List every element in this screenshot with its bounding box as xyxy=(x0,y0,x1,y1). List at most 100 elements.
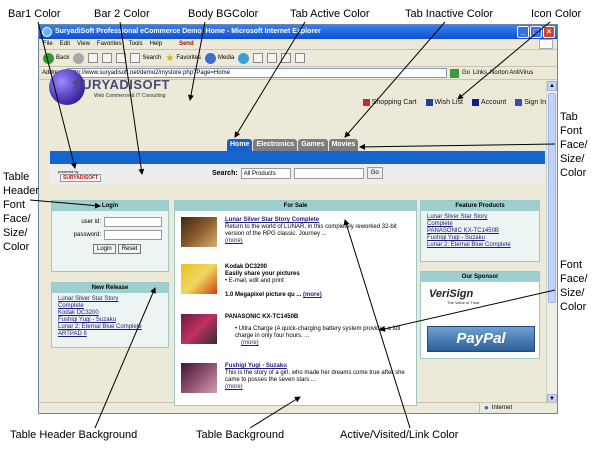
new-release-item[interactable]: ARTPAD II xyxy=(58,331,87,337)
menu-edit[interactable]: Edit xyxy=(60,39,70,49)
wish-list-link[interactable]: Wish List xyxy=(425,99,463,106)
feature-item[interactable]: Lunar Silver Star Story xyxy=(427,214,487,220)
discuss-icon[interactable] xyxy=(295,53,306,63)
new-release-item[interactable]: Complete xyxy=(58,303,84,309)
feature-item[interactable]: Fushigi Yugi - Suzaku xyxy=(427,235,485,241)
product-description: 1.0 Megapixel picture qu ... (more) xyxy=(225,292,322,298)
product-image[interactable] xyxy=(181,363,217,393)
more-link[interactable]: (more) xyxy=(225,340,259,346)
search-input[interactable] xyxy=(293,167,364,179)
feature-products-panel: Feature Products Lunar Silver Star Story… xyxy=(420,200,540,262)
globe-icon: ● xyxy=(484,403,489,412)
callout-table-header-bg: Table Header Background xyxy=(10,429,138,441)
callout-tab-inactive: Tab Inactive Color xyxy=(405,8,494,20)
user-id-input[interactable] xyxy=(104,217,162,227)
close-icon[interactable]: × xyxy=(543,26,555,38)
wishlist-icon xyxy=(425,99,433,106)
menu-file[interactable]: File xyxy=(43,39,53,49)
new-release-item[interactable]: Lunar Silver Star Story xyxy=(58,296,118,302)
reset-button[interactable]: Reset xyxy=(117,244,142,254)
links-button[interactable]: Links xyxy=(473,70,487,76)
verisign-logo[interactable]: VeriSign The Value of Trust xyxy=(429,288,479,305)
more-link[interactable]: (more) xyxy=(225,384,243,390)
scroll-up-icon[interactable]: ▲ xyxy=(547,81,557,91)
bar1 xyxy=(50,151,545,164)
product-title-link[interactable]: Lunar Silver Star Story Complete xyxy=(225,217,319,223)
print-icon[interactable] xyxy=(267,53,278,63)
minimize-icon[interactable]: _ xyxy=(517,26,529,38)
pencil-icon xyxy=(515,99,523,106)
search-label: Search: xyxy=(212,169,238,177)
login-button[interactable]: Login xyxy=(93,244,116,254)
star-icon: ★ xyxy=(165,52,175,64)
password-input[interactable] xyxy=(104,230,162,240)
search-go-button[interactable]: Go xyxy=(366,167,383,179)
title-bar: SuryadiSoft Professional eCommerce Demo,… xyxy=(39,25,557,39)
zone-indicator: ● Internet xyxy=(479,403,512,413)
store-logo[interactable]: SURYADISOFT Web Commerce & IT Consulting xyxy=(49,69,189,105)
paypal-logo[interactable]: PayPal xyxy=(427,326,535,352)
toolbar: Back Search ★ Favorites Media xyxy=(39,50,557,67)
callout-body-bg: Body BGColor xyxy=(188,8,259,20)
product-description: • Ultra Charge (A quick-charging battery… xyxy=(235,326,401,339)
scroll-thumb[interactable] xyxy=(548,93,556,303)
send-button[interactable]: Send xyxy=(179,39,194,49)
category-select[interactable]: All Products xyxy=(240,167,291,179)
media-button[interactable]: Media xyxy=(205,52,234,64)
callout-font-face: Font Face/ Size/ Color xyxy=(560,259,588,313)
menu-help[interactable]: Help xyxy=(150,39,162,49)
product-bullet: • E-mail, edit and print xyxy=(225,278,284,284)
callout-table-header-font: Table Header Font Face/ Size/ Color xyxy=(3,171,40,253)
product-title-link[interactable]: Fushigi Yugi - Suzaku xyxy=(225,363,287,369)
search-row: Search: All Products Go xyxy=(212,167,383,179)
menu-favorites[interactable]: Favorites xyxy=(97,39,122,49)
password-label: password: xyxy=(73,231,101,238)
new-release-item[interactable]: Lunar 2: Eternal Blue Complete xyxy=(58,324,142,330)
feature-products-header: Feature Products xyxy=(421,201,539,211)
go-button[interactable]: Go xyxy=(462,70,470,76)
product-image[interactable] xyxy=(181,217,217,247)
home-icon[interactable] xyxy=(116,53,127,63)
forward-arrow-icon[interactable] xyxy=(73,52,85,64)
product-title: PANASONIC KX-TC1450B xyxy=(225,314,299,320)
search-button[interactable]: Search xyxy=(130,53,161,63)
more-link[interactable]: (more) xyxy=(225,238,243,244)
feature-item[interactable]: PANASONIC KX-TC1450B xyxy=(427,228,499,234)
product-image[interactable] xyxy=(181,264,217,294)
stop-icon[interactable] xyxy=(88,53,99,63)
callout-bar2: Bar 2 Color xyxy=(94,8,150,20)
product-image[interactable] xyxy=(181,314,217,344)
cart-icon xyxy=(362,99,370,106)
tab-home[interactable]: Home xyxy=(227,139,253,151)
norton-label[interactable]: Norton AntiVirus xyxy=(490,70,533,76)
account-link[interactable]: Account xyxy=(471,99,506,106)
tab-games[interactable]: Games xyxy=(298,139,328,151)
logo-tagline: Web Commerce & IT Consulting xyxy=(94,93,166,99)
feature-item[interactable]: Lunar 2: Eternal Blue Complete xyxy=(427,242,511,248)
favorites-button[interactable]: ★ Favorites xyxy=(165,53,201,64)
go-icon[interactable] xyxy=(450,68,460,78)
vertical-scrollbar[interactable]: ▲ ▼ xyxy=(546,81,557,404)
feature-item[interactable]: Complete xyxy=(427,221,453,227)
more-link[interactable]: (more) xyxy=(303,292,322,298)
new-release-item[interactable]: Kodak DC3200 xyxy=(58,310,99,316)
new-release-item[interactable]: Fushigi Yugi - Suzaku xyxy=(58,317,116,323)
window-controls: _ □ × xyxy=(517,26,555,38)
edit-icon[interactable] xyxy=(281,53,292,63)
callout-tab-font: Tab Font Face/ Size/ Color xyxy=(560,111,588,179)
tab-electronics[interactable]: Electronics xyxy=(253,139,298,151)
product-description: Return to the world of LUNAR, in this co… xyxy=(225,224,397,237)
history-icon[interactable] xyxy=(238,52,250,64)
refresh-icon[interactable] xyxy=(102,53,113,63)
product-subtitle: Easily share your pictures xyxy=(225,271,300,277)
menu-tools[interactable]: Tools xyxy=(129,39,143,49)
windows-logo-icon xyxy=(539,39,553,49)
maximize-icon[interactable]: □ xyxy=(530,26,542,38)
sign-in-link[interactable]: Sign In xyxy=(515,99,546,106)
back-button[interactable]: Back xyxy=(43,52,69,64)
menu-view[interactable]: View xyxy=(77,39,90,49)
account-icon xyxy=(471,99,479,106)
shopping-cart-link[interactable]: Shopping Cart xyxy=(362,99,417,106)
tab-movies[interactable]: Movies xyxy=(328,139,359,151)
mail-icon[interactable] xyxy=(253,53,264,63)
